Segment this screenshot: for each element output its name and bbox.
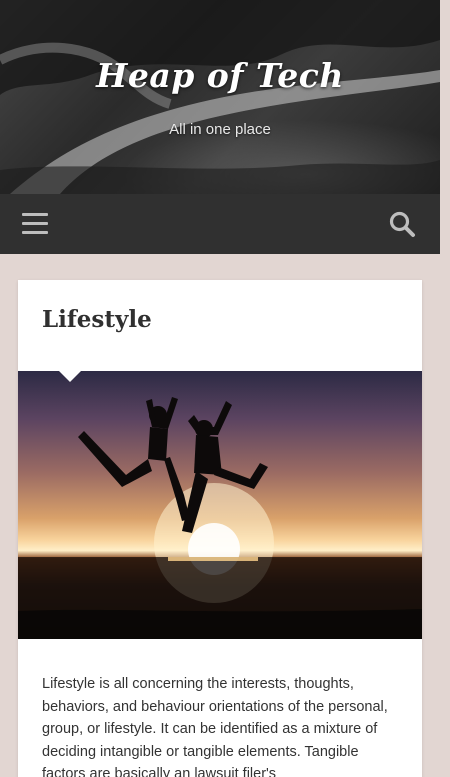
header-background-image — [0, 0, 440, 194]
post-excerpt: Lifestyle is all concerning the interest… — [42, 676, 388, 777]
navigation-bar — [0, 194, 440, 254]
site-title[interactable]: Heap of Tech — [0, 56, 440, 95]
featured-image[interactable] — [18, 371, 422, 639]
search-icon[interactable] — [388, 210, 416, 238]
post-card: Lifestyle Lifestyle is all concerning th… — [18, 280, 422, 777]
site-header: Heap of Tech All in one place — [0, 0, 440, 194]
site-description: All in one place — [169, 121, 271, 138]
hamburger-menu-icon[interactable] — [22, 213, 48, 235]
page: Heap of Tech All in one place Lifestyle — [0, 0, 450, 777]
post-title[interactable]: Lifestyle — [42, 306, 152, 333]
image-notch — [59, 371, 81, 382]
